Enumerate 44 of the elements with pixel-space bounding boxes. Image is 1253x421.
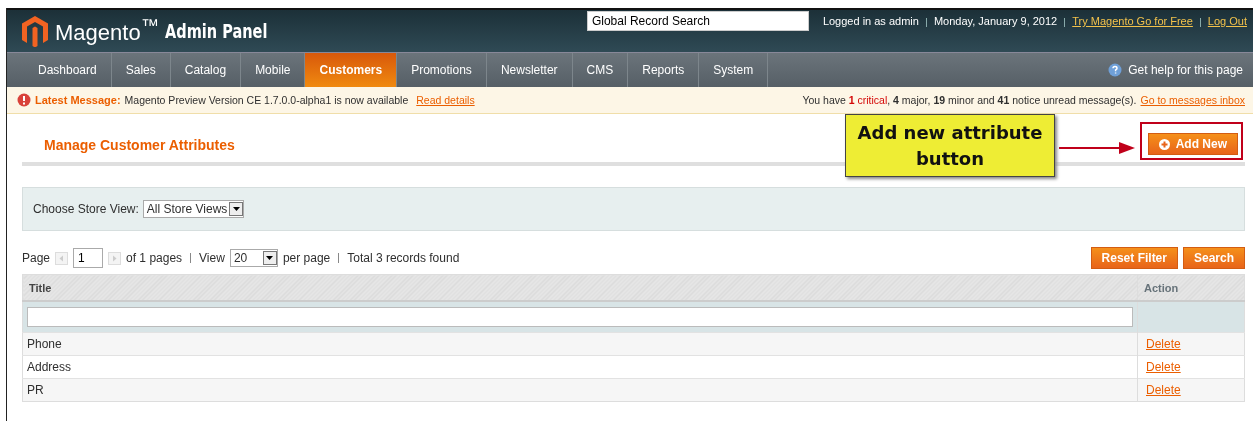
delete-link[interactable]: Delete [1146, 337, 1181, 351]
callout-note: Add new attribute button [845, 114, 1055, 177]
logo-text: Magento$^{™}$ [55, 15, 159, 47]
help-icon[interactable] [1108, 63, 1123, 77]
add-new-button[interactable]: Add New [1147, 133, 1238, 155]
search-field[interactable]: Global Record Search [586, 11, 809, 31]
delete-link[interactable]: Delete [1146, 360, 1181, 374]
help-link[interactable]: Get help for this page [1128, 63, 1243, 77]
message-text: Magento Preview Version CE 1.7.0.0-alpha1 is now available [124, 94, 409, 106]
records-count: Total 3 records found [347, 251, 460, 265]
filter-field[interactable] [27, 307, 1133, 327]
page-title: Manage Customer Attributes [44, 137, 235, 153]
header-link[interactable]: Log Out [1207, 15, 1247, 27]
delete-link[interactable]: Delete [1146, 383, 1181, 397]
message-summary: You have 1 critical, 4 major, 19 minor and 41 notice unread message(s). [802, 94, 1137, 106]
caret-icon [266, 256, 274, 260]
inbox-link[interactable]: Go to messages inbox [1140, 94, 1245, 106]
read-details-link[interactable]: Read details [416, 94, 475, 106]
user-info: Logged in as admin [822, 15, 919, 27]
grid-button[interactable]: Reset Filter [1090, 247, 1178, 269]
previous-icon[interactable] [55, 251, 69, 265]
header-link[interactable]: Try Magento Go for Free [1072, 15, 1193, 27]
table-cell: Phone [22, 332, 1138, 356]
page-field[interactable]: 1 [73, 248, 104, 268]
store-view-label: Choose Store View: [33, 202, 139, 216]
caret-icon [232, 207, 240, 211]
per-page-select[interactable]: 20 [229, 249, 278, 267]
store-view-select[interactable]: All Store Views [142, 200, 245, 218]
nav-tab[interactable]: Customers [305, 53, 398, 87]
message-label: Latest Message: [35, 94, 121, 106]
view-label: View [199, 251, 225, 265]
pager-label: Page [22, 251, 51, 265]
plus-icon [1158, 138, 1170, 150]
table-cell: PR [22, 378, 1138, 402]
alert-icon [17, 93, 31, 107]
column-header: Action [1137, 274, 1245, 301]
panel-title: Admin Panel [164, 20, 268, 42]
per-page-label: per page [282, 251, 331, 265]
pages-count: of 1 pages [126, 251, 183, 265]
logo-icon [21, 15, 49, 47]
column-header[interactable]: Title [22, 274, 1138, 301]
grid-button[interactable]: Search [1182, 247, 1245, 269]
date-text: Monday, January 9, 2012 [933, 15, 1058, 27]
next-icon[interactable] [108, 251, 122, 265]
